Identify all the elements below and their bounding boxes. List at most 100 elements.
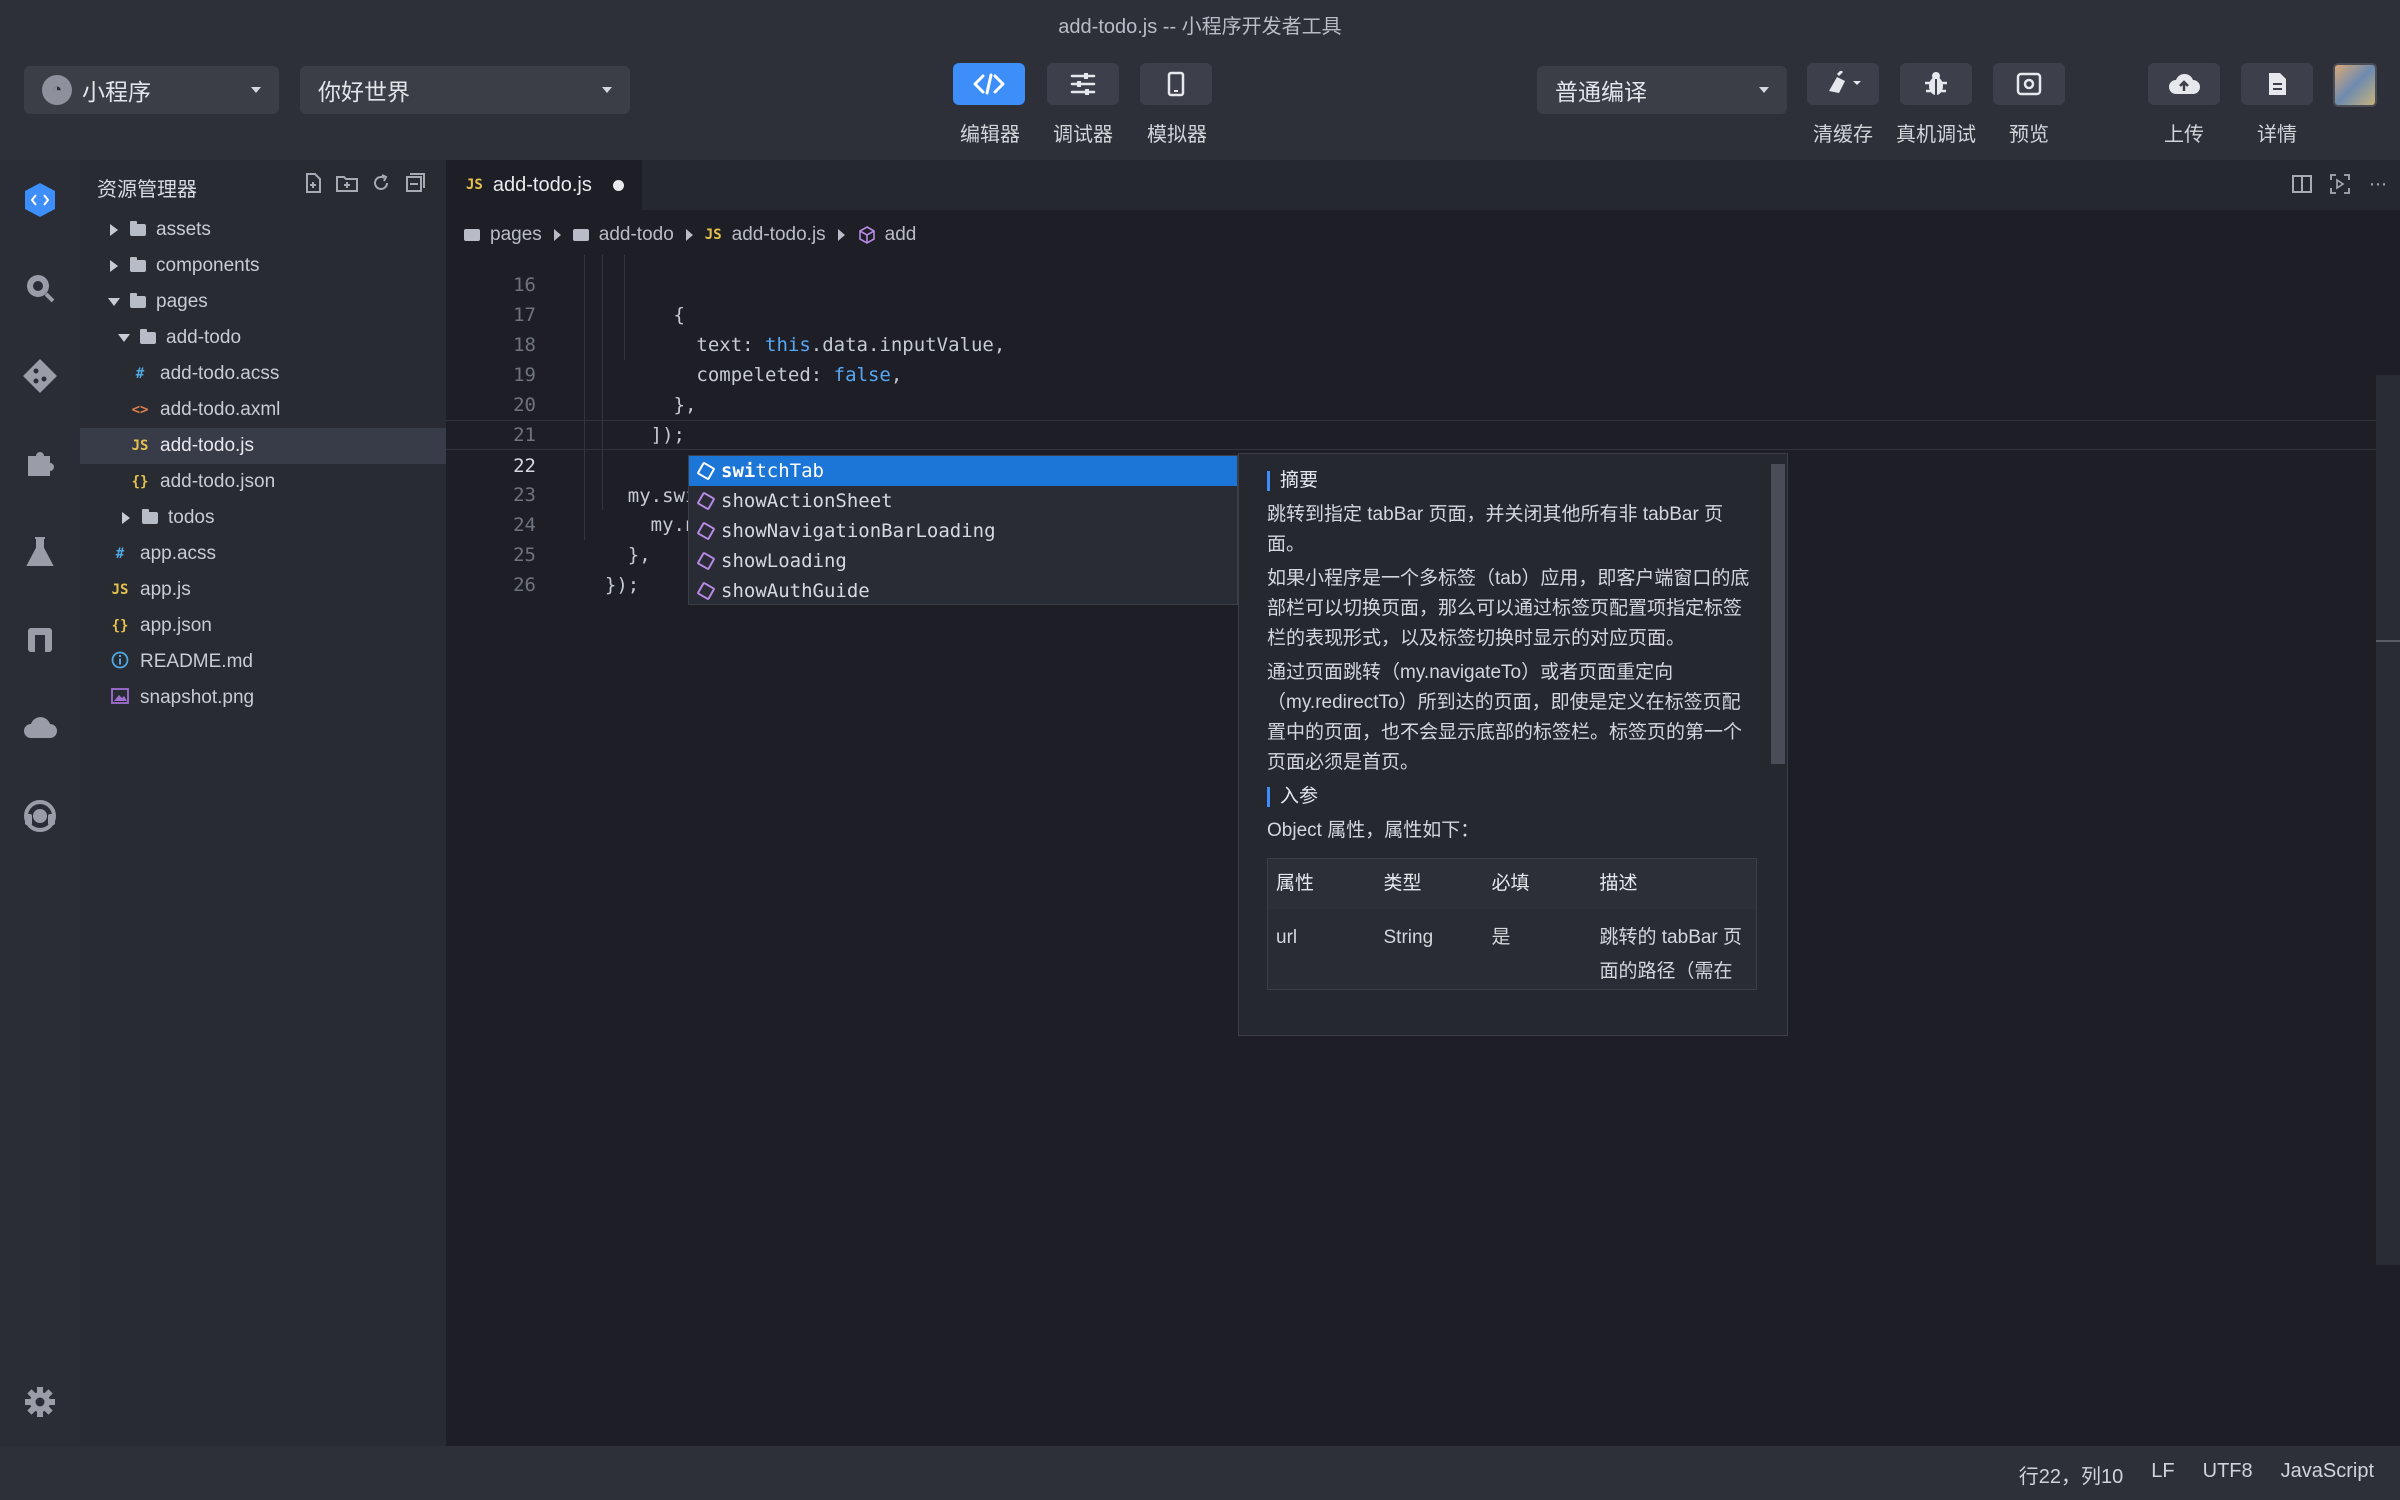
tree-item-todos[interactable]: todos xyxy=(80,500,446,536)
table-header: 描述 xyxy=(1591,858,1757,909)
table-cell: 跳转的 tabBar 页面的路径（需在 xyxy=(1591,908,1757,989)
docs-paragraph: 如果小程序是一个多标签（tab）应用，即客户端窗口的底部栏可以切换页面，那么可以… xyxy=(1267,568,1750,649)
folder-icon xyxy=(142,509,158,524)
test-flask-icon[interactable] xyxy=(20,532,60,572)
editor-button[interactable] xyxy=(953,63,1025,105)
new-folder-icon[interactable] xyxy=(336,172,358,194)
phone-icon xyxy=(1167,71,1185,97)
docs-paragraph: 跳转到指定 tabBar 页面，并关闭其他所有非 tabBar 页面。 xyxy=(1267,504,1724,555)
chevron-down-icon xyxy=(108,298,120,306)
explorer-toolbar xyxy=(302,172,426,194)
simulator-button[interactable] xyxy=(1140,63,1212,105)
code-line: 19 }, xyxy=(513,364,697,416)
method-cube-icon xyxy=(696,581,716,601)
support-headset-icon[interactable] xyxy=(20,796,60,836)
suggestion-item[interactable]: showAuthGuide xyxy=(689,576,1237,606)
new-file-icon[interactable] xyxy=(302,172,324,194)
editor-tab-bar: JS add-todo.js ⋯ xyxy=(446,160,2400,210)
tab-add-todo-js[interactable]: JS add-todo.js xyxy=(446,160,642,210)
tree-item-label: add-todo xyxy=(166,327,242,348)
preview-mode-icon[interactable] xyxy=(2328,172,2352,196)
title-toolbar: add-todo.js -- 小程序开发者工具 ◔ 小程序 你好世界 编辑器 调… xyxy=(0,0,2400,160)
tree-item-label: app.js xyxy=(140,579,191,600)
code-icon[interactable] xyxy=(20,180,60,220)
tree-item-app-json[interactable]: {} app.json xyxy=(80,608,446,644)
js-file-icon: JS xyxy=(111,582,129,598)
tree-item-add-todo[interactable]: add-todo xyxy=(80,320,446,356)
suggestion-item[interactable]: swi tchTab xyxy=(689,456,1237,486)
docs-scrollbar[interactable] xyxy=(1771,464,1785,764)
autocomplete-list: swi tchTab showActionSheet showNavigation… xyxy=(688,455,1238,605)
tree-item-add-todo-json[interactable]: {} add-todo.json xyxy=(80,464,446,500)
js-file-icon: JS xyxy=(466,177,483,193)
tree-item-label: add-todo.js xyxy=(160,435,255,456)
unsaved-dot-icon[interactable] xyxy=(613,179,624,191)
code-line-current: 22 my.swi xyxy=(446,420,2400,509)
line-ending[interactable]: LF xyxy=(2151,1460,2174,1489)
docs-params-table: 属性 类型 必填 描述 url String 是 跳转的 tabBar 页面的路… xyxy=(1267,858,1757,990)
tree-item-snapshot[interactable]: snapshot.png xyxy=(80,680,446,716)
tree-item-add-todo-acss[interactable]: # add-todo.acss xyxy=(80,356,446,392)
app-type-dropdown[interactable]: ◔ 小程序 xyxy=(24,66,279,114)
table-row: url String 是 跳转的 tabBar 页面的路径（需在 xyxy=(1267,908,1757,989)
tree-item-readme[interactable]: README.md xyxy=(80,644,446,680)
cloud-icon[interactable] xyxy=(20,708,60,748)
git-icon[interactable] xyxy=(20,356,60,396)
tree-item-app-js[interactable]: JS app.js xyxy=(80,572,446,608)
collapse-icon[interactable] xyxy=(404,172,426,194)
project-dropdown[interactable]: 你好世界 xyxy=(300,66,630,114)
tree-item-label: app.json xyxy=(140,615,212,636)
tree-item-components[interactable]: components xyxy=(80,248,446,284)
refresh-icon[interactable] xyxy=(370,172,392,194)
tree-item-label: pages xyxy=(156,291,208,312)
debugger-button[interactable] xyxy=(1047,63,1119,105)
clear-cache-button[interactable] xyxy=(1807,63,1879,105)
folder-open-icon xyxy=(140,329,156,344)
language-mode[interactable]: JavaScript xyxy=(2281,1460,2374,1489)
details-button[interactable] xyxy=(2241,63,2313,105)
device-debug-button[interactable] xyxy=(1900,63,1972,105)
file-encoding[interactable]: UTF8 xyxy=(2203,1460,2253,1489)
code-line: 20 ]); xyxy=(513,394,685,446)
bookmark-icon[interactable] xyxy=(20,620,60,660)
tab-label: add-todo.js xyxy=(492,173,592,196)
tree-item-add-todo-js[interactable]: JS add-todo.js xyxy=(80,428,446,464)
code-line: 17 text: this.data.inputValue, xyxy=(446,270,2400,356)
chevron-down-icon xyxy=(1759,87,1769,93)
tree-item-add-todo-axml[interactable]: <> add-todo.axml xyxy=(80,392,446,428)
more-options-icon[interactable]: ⋯ xyxy=(2366,172,2390,196)
user-avatar[interactable] xyxy=(2333,63,2377,107)
bug-icon xyxy=(1925,72,1947,95)
method-cube-icon xyxy=(696,521,716,541)
cursor-position[interactable]: 行22，列10 xyxy=(2019,1460,2124,1489)
chevron-right-icon xyxy=(110,260,118,272)
suggestion-item[interactable]: showNavigationBarLoading xyxy=(689,516,1237,546)
suggestion-item[interactable]: showLoading xyxy=(689,546,1237,576)
search-icon[interactable] xyxy=(20,268,60,308)
tree-item-assets[interactable]: assets xyxy=(80,212,446,248)
json-file-icon: {} xyxy=(131,474,149,490)
editor-scrollbar[interactable] xyxy=(2376,375,2400,1265)
chevron-down-icon xyxy=(602,87,612,93)
image-file-icon xyxy=(110,688,130,708)
suggestion-docs-panel: 摘要 跳转到指定 tabBar 页面，并关闭其他所有非 tabBar 页面。 如… xyxy=(1238,453,1788,1036)
suggestion-item[interactable]: showActionSheet xyxy=(689,486,1237,516)
preview-button[interactable] xyxy=(1993,63,2065,105)
css-file-icon: # xyxy=(115,546,125,562)
tree-item-label: app.acss xyxy=(140,543,217,564)
docs-params-intro: Object 属性，属性如下： xyxy=(1267,820,1480,841)
compile-mode-dropdown[interactable]: 普通编译 xyxy=(1537,66,1787,114)
settings-gear-icon[interactable] xyxy=(20,1382,60,1422)
tree-item-pages[interactable]: pages xyxy=(80,284,446,320)
editor-actions: ⋯ xyxy=(2290,172,2390,196)
folder-open-icon xyxy=(130,293,146,308)
tree-item-label: README.md xyxy=(140,651,253,672)
extensions-icon[interactable] xyxy=(20,444,60,484)
split-editor-icon[interactable] xyxy=(2290,172,2314,196)
upload-button[interactable] xyxy=(2148,63,2220,105)
tree-item-app-acss[interactable]: # app.acss xyxy=(80,536,446,572)
docs-summary-heading: 摘要 xyxy=(1267,466,1757,496)
explorer-title: 资源管理器 xyxy=(97,179,197,201)
folder-icon xyxy=(130,257,146,272)
code-line: 21 xyxy=(513,424,536,446)
